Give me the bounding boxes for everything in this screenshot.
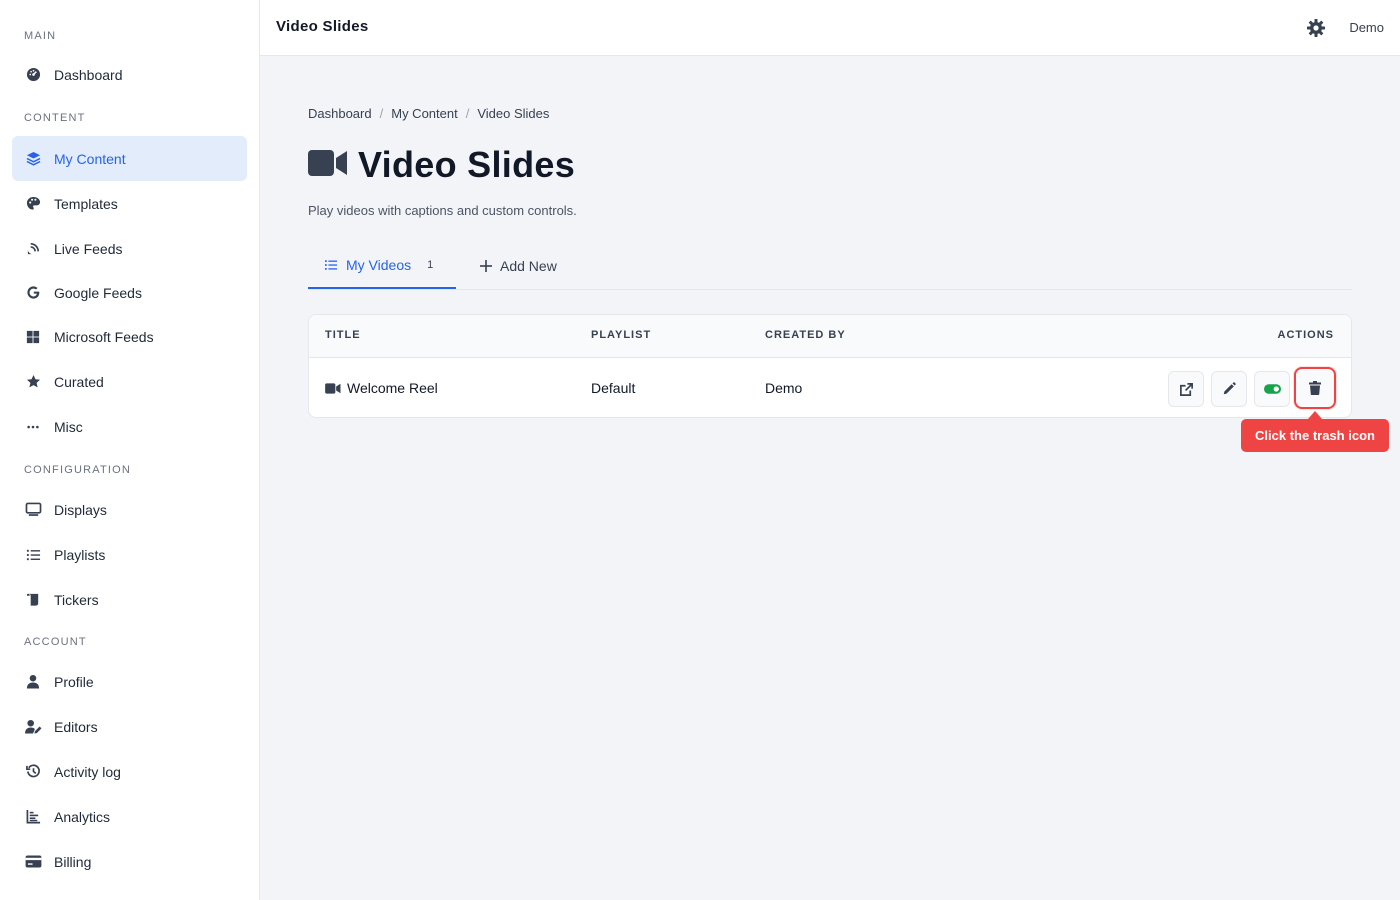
tab-my-videos[interactable]: My Videos 1 [308, 243, 456, 289]
table-header: TITLE PLAYLIST CREATED BY ACTIONS [309, 315, 1351, 358]
video-title: Welcome Reel [347, 380, 438, 396]
breadcrumb: Dashboard / My Content / Video Slides [308, 106, 549, 121]
column-header-created-by: CREATED BY [765, 329, 846, 341]
tab-label: My Videos [346, 257, 412, 273]
external-link-icon [1179, 382, 1194, 397]
page-subtitle: Play videos with captions and custom con… [308, 203, 577, 218]
sidebar-item-label: Profile [54, 673, 94, 690]
column-header-title: TITLE [325, 329, 361, 341]
palette-icon [24, 195, 42, 213]
layers-icon [24, 150, 42, 168]
trash-icon [1309, 381, 1321, 395]
page-header: Video Slides [308, 144, 575, 186]
tab-add-new[interactable]: Add New [480, 243, 557, 289]
sidebar-item-playlists[interactable]: Playlists [12, 532, 247, 577]
history-icon [24, 763, 42, 781]
breadcrumb-current: Video Slides [477, 106, 550, 121]
monitor-icon [24, 501, 42, 519]
sidebar-item-label: Dashboard [54, 66, 123, 83]
sidebar-item-tickers[interactable]: Tickers [12, 577, 247, 622]
google-icon [24, 284, 42, 302]
breadcrumb-separator: / [379, 106, 384, 121]
sidebar-item-label: My Content [54, 150, 126, 167]
sidebar-item-billing[interactable]: Billing [12, 839, 247, 884]
pencil-icon [1222, 382, 1236, 396]
windows-icon [24, 328, 42, 346]
dashboard-icon [24, 66, 42, 84]
video-camera-icon [308, 149, 348, 182]
breadcrumb-my-content[interactable]: My Content [391, 106, 457, 121]
sidebar-item-templates[interactable]: Templates [12, 181, 247, 226]
page-title: Video Slides [358, 144, 576, 185]
sidebar-item-microsoft-feeds[interactable]: Microsoft Feeds [12, 314, 247, 359]
sidebar-item-dashboard[interactable]: Dashboard [12, 52, 247, 97]
chart-icon [24, 808, 42, 826]
sidebar-item-label: Curated [54, 373, 104, 390]
delete-button[interactable] [1294, 367, 1336, 409]
section-label-content: CONTENT [24, 112, 86, 124]
sidebar-item-misc[interactable]: Misc [12, 404, 247, 449]
toggle-visibility-button[interactable] [1254, 371, 1290, 407]
gear-icon[interactable] [1306, 18, 1326, 38]
sidebar-item-editors[interactable]: Editors [12, 704, 247, 749]
sidebar-item-label: Displays [54, 501, 107, 518]
cell-playlist: Default [591, 380, 636, 396]
videos-table: TITLE PLAYLIST CREATED BY ACTIONS Welcom… [308, 314, 1352, 418]
list-icon [324, 259, 338, 271]
edit-button[interactable] [1211, 371, 1247, 407]
star-icon [24, 373, 42, 391]
topbar-title: Video Slides [276, 18, 369, 35]
breadcrumb-dashboard[interactable]: Dashboard [308, 106, 372, 121]
credit-card-icon [24, 853, 42, 871]
section-label-configuration: CONFIGURATION [24, 464, 132, 476]
sidebar-item-label: Tickers [54, 591, 99, 608]
ellipsis-icon [24, 418, 42, 436]
section-label-account: ACCOUNT [24, 636, 87, 648]
sidebar-item-curated[interactable]: Curated [12, 359, 247, 404]
tab-label: Add New [500, 258, 557, 274]
column-header-playlist: PLAYLIST [591, 329, 652, 341]
column-header-actions: ACTIONS [1277, 329, 1334, 341]
topbar: Video Slides Demo [260, 0, 1400, 56]
cell-title: Welcome Reel [325, 380, 438, 396]
sidebar-item-activity-log[interactable]: Activity log [12, 749, 247, 794]
sidebar-item-displays[interactable]: Displays [12, 487, 247, 532]
sidebar-item-my-content[interactable]: My Content [12, 136, 247, 181]
tooltip-arrow [1308, 411, 1322, 419]
sidebar-item-profile[interactable]: Profile [12, 659, 247, 704]
breadcrumb-separator: / [465, 106, 470, 121]
sidebar-item-label: Playlists [54, 546, 106, 563]
sidebar-item-label: Billing [54, 853, 92, 870]
cell-created-by: Demo [765, 380, 803, 396]
sidebar-item-label: Analytics [54, 808, 111, 825]
sidebar-item-analytics[interactable]: Analytics [12, 794, 247, 839]
user-edit-icon [24, 718, 42, 736]
sidebar-item-label: Misc [54, 418, 83, 435]
open-external-button[interactable] [1168, 371, 1204, 407]
section-label-main: MAIN [24, 30, 57, 42]
sidebar-item-live-feeds[interactable]: Live Feeds [12, 226, 247, 271]
sidebar-item-label: Microsoft Feeds [54, 328, 154, 345]
satellite-dish-icon [24, 240, 42, 258]
user-icon [24, 673, 42, 691]
video-camera-icon [325, 382, 341, 394]
user-menu[interactable]: Demo [1349, 20, 1384, 35]
tabs: My Videos 1 Add New [308, 243, 1352, 290]
sidebar-item-label: Editors [54, 718, 98, 735]
sidebar: MAIN Dashboard CONTENT My Content Templa… [0, 0, 260, 900]
sidebar-item-label: Activity log [54, 763, 121, 780]
plus-icon [480, 260, 492, 272]
tab-count-badge: 1 [427, 259, 434, 271]
sidebar-item-google-feeds[interactable]: Google Feeds [12, 270, 247, 315]
hint-tooltip: Click the trash icon [1241, 419, 1389, 452]
table-row: Welcome Reel Default Demo [309, 358, 1351, 418]
sidebar-item-label: Live Feeds [54, 240, 123, 257]
sidebar-item-label: Google Feeds [54, 284, 142, 301]
scroll-icon [24, 591, 42, 609]
toggle-on-icon [1263, 384, 1281, 394]
sidebar-item-label: Templates [54, 195, 118, 212]
list-icon [24, 546, 42, 564]
